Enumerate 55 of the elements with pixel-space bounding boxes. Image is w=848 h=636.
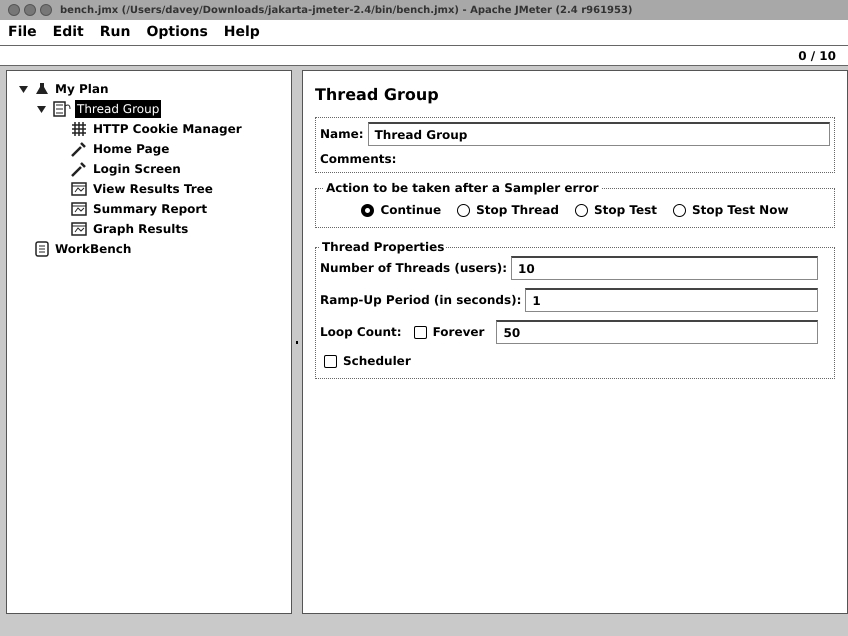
menu-item[interactable]: Run [100,22,130,43]
radio-button[interactable] [574,204,588,216]
name-field[interactable]: Thread Group [368,122,830,146]
menu-item[interactable]: Help [224,22,260,43]
flask-icon [35,82,49,96]
pipette-icon [71,161,87,177]
bench-icon [35,241,49,257]
tree-item[interactable]: Graph Results [91,220,190,238]
checkbox-label: Scheduler [343,353,411,370]
tree-item[interactable]: WorkBench [53,240,134,258]
field-label: Name: [320,126,364,143]
panel-title: Thread Group [315,84,440,106]
rampup-field[interactable]: 1 [525,288,818,312]
field-label: Loop Count: [320,324,402,341]
checkbox[interactable] [324,354,337,368]
radio-button[interactable] [457,204,470,216]
field-label: Comments: [320,151,398,168]
menu-item[interactable]: Options [146,22,208,43]
window-control-icon[interactable] [24,4,36,16]
chart-window-icon [71,222,87,236]
checkbox[interactable] [414,326,427,338]
radio-button[interactable] [672,204,686,216]
window-control-icon[interactable] [40,4,52,16]
radio-button[interactable] [361,204,374,216]
radio-label: Continue [380,202,442,219]
radio-label: Stop Thread [476,202,559,219]
chart-window-icon [71,202,87,216]
title-text: bench.jmx (/Users/davey/Downloads/jakarta-jmeter-2.4/bin/bench.jmx) - Apache JMeter (2.4 r961953) [60,4,632,18]
spool-icon [53,101,71,117]
window-control-icon[interactable] [8,4,20,16]
tree-item[interactable]: Login Screen [91,160,183,178]
group-legend: Thread Properties [320,238,446,256]
radio-label: Stop Test [594,202,657,219]
expanded-arrow-icon[interactable] [18,84,28,94]
menu-item[interactable]: Edit [52,22,84,43]
expanded-arrow-icon[interactable] [36,104,46,114]
checkbox-label: Forever [432,324,484,341]
tree-item[interactable]: View Results Tree [91,180,215,198]
thread-count: 0 / 10 [798,48,837,64]
tree-item[interactable]: Home Page [91,140,172,158]
pipette-icon [71,141,87,157]
field-label: Ramp-Up Period (in seconds): [320,292,522,309]
chart-window-icon [71,182,87,196]
threads-field[interactable]: 10 [511,256,818,280]
radio-label: Stop Test Now [692,202,789,219]
divider-handle[interactable] [296,340,298,344]
group-legend: Action to be taken after a Sampler error [324,179,601,197]
tree-item[interactable]: HTTP Cookie Manager [91,120,244,138]
field-label: Number of Threads (users): [320,260,508,277]
tree-item[interactable]: Thread Group [75,100,162,118]
tree-item[interactable]: My Plan [53,80,110,98]
menu-item[interactable]: File [8,22,37,43]
grid-icon [71,121,87,137]
tree-item[interactable]: Summary Report [91,200,210,218]
loop-count-field[interactable]: 50 [496,320,818,344]
